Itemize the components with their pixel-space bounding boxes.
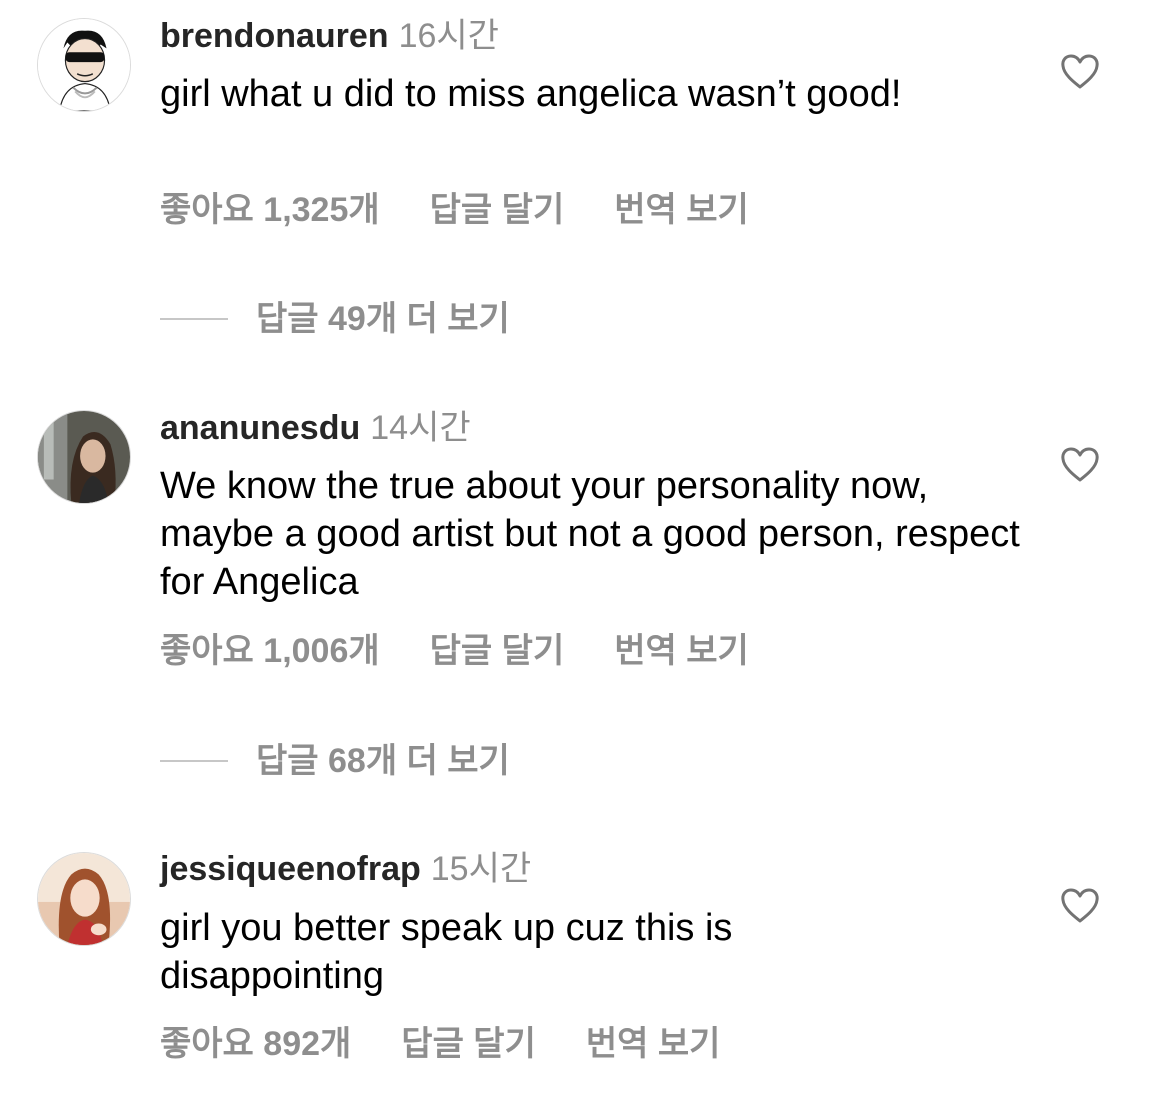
like-heart-icon[interactable]	[1060, 447, 1100, 483]
likes-count[interactable]: 좋아요 1,006개	[160, 631, 380, 671]
comment-text: girl you better speak up cuz this is dis…	[160, 907, 733, 997]
avatar[interactable]	[37, 852, 131, 946]
comment-actions: 좋아요 1,006개 답글 달기 번역 보기	[160, 631, 749, 671]
avatar[interactable]	[37, 410, 131, 504]
like-heart-icon[interactable]	[1060, 888, 1100, 924]
translate-button[interactable]: 번역 보기	[614, 631, 749, 671]
timestamp: 15시간	[430, 850, 532, 888]
translate-button[interactable]: 번역 보기	[586, 1024, 721, 1064]
like-heart-icon[interactable]	[1060, 54, 1100, 90]
timestamp: 16시간	[398, 17, 499, 55]
timestamp: 14시간	[370, 409, 471, 447]
avatar-image	[38, 411, 130, 503]
translate-button[interactable]: 번역 보기	[614, 190, 749, 230]
likes-count[interactable]: 좋아요 892개	[160, 1024, 351, 1064]
view-more-replies-label: 답글 49개 더 보기	[256, 300, 510, 338]
comment-actions: 좋아요 892개 답글 달기 번역 보기	[160, 1024, 720, 1064]
username[interactable]: ananunesdu	[160, 409, 360, 447]
username[interactable]: jessiqueenofrap	[160, 850, 421, 888]
username[interactable]: brendonauren	[160, 17, 389, 55]
comment-header: brendonauren 16시간	[160, 16, 499, 56]
divider-line	[160, 760, 228, 763]
avatar-image	[38, 853, 130, 945]
avatar-image	[38, 19, 130, 111]
view-more-replies-label: 답글 68개 더 보기	[256, 742, 510, 780]
comment-actions: 좋아요 1,325개 답글 달기 번역 보기	[160, 190, 749, 230]
view-more-replies-button[interactable]: 답글 49개 더 보기	[160, 299, 510, 339]
view-more-replies-button[interactable]: 답글 68개 더 보기	[160, 741, 510, 781]
divider-line	[160, 318, 228, 321]
reply-button[interactable]: 답글 달기	[401, 1024, 536, 1064]
comment-text: girl what u did to miss angelica wasn’t …	[160, 73, 902, 115]
likes-count[interactable]: 좋아요 1,325개	[160, 190, 380, 230]
reply-button[interactable]: 답글 달기	[430, 631, 565, 671]
avatar[interactable]	[37, 18, 131, 112]
comment-header: jessiqueenofrap 15시간	[160, 849, 531, 889]
comment-text: We know the true about your personality …	[160, 465, 1020, 603]
comment-header: ananunesdu 14시간	[160, 408, 471, 448]
reply-button[interactable]: 답글 달기	[430, 190, 565, 230]
